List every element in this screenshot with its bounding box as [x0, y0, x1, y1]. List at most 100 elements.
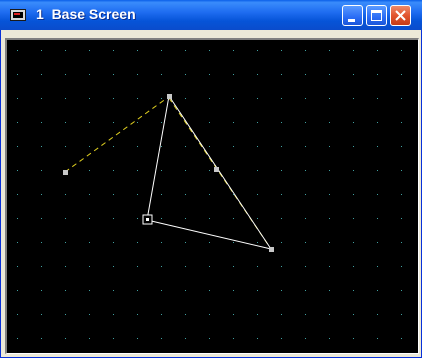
grid-dot: [161, 242, 162, 243]
handle-midpoint[interactable]: [214, 167, 219, 172]
grid-dot: [329, 170, 330, 171]
grid-dot: [329, 218, 330, 219]
grid-dot: [281, 218, 282, 219]
grid-dot: [113, 98, 114, 99]
grid-dot: [137, 74, 138, 75]
grid-dot: [305, 290, 306, 291]
grid-dot: [257, 98, 258, 99]
grid-dot: [65, 122, 66, 123]
grid-dot: [41, 218, 42, 219]
grid-dot: [377, 170, 378, 171]
grid-dot: [281, 74, 282, 75]
grid-dot: [113, 122, 114, 123]
grid-dot: [233, 170, 234, 171]
grid-dot: [353, 170, 354, 171]
close-button[interactable]: [390, 5, 411, 26]
grid-dot: [401, 98, 402, 99]
grid-dot: [257, 266, 258, 267]
grid-dot: [41, 338, 42, 339]
grid-dot: [65, 290, 66, 291]
grid-dot: [113, 74, 114, 75]
grid-dot: [137, 98, 138, 99]
grid-dot: [329, 290, 330, 291]
grid-dot: [329, 74, 330, 75]
grid-dot: [209, 218, 210, 219]
grid-dot: [401, 338, 402, 339]
grid-dot: [185, 314, 186, 315]
grid-dot: [353, 146, 354, 147]
grid-dot: [17, 266, 18, 267]
grid-dot: [377, 50, 378, 51]
grid-dot: [281, 290, 282, 291]
grid-dot: [17, 338, 18, 339]
grid-dot: [353, 242, 354, 243]
grid-dot: [281, 242, 282, 243]
minimize-button[interactable]: [342, 5, 363, 26]
grid-dot: [137, 314, 138, 315]
drawing-surface[interactable]: [7, 40, 418, 353]
grid-dot: [185, 170, 186, 171]
grid-dot: [353, 314, 354, 315]
grid-dot: [257, 194, 258, 195]
grid-dot: [305, 314, 306, 315]
grid-dot: [281, 266, 282, 267]
grid-dot: [89, 338, 90, 339]
grid-dot: [353, 218, 354, 219]
grid-dot: [329, 194, 330, 195]
grid-dot: [137, 218, 138, 219]
grid-dot: [113, 194, 114, 195]
screen-icon[interactable]: [10, 9, 26, 21]
grid-dot: [89, 266, 90, 267]
grid-dot: [305, 170, 306, 171]
grid-dot: [377, 266, 378, 267]
title-bar[interactable]: 1 Base Screen: [0, 0, 422, 30]
grid-dot: [161, 266, 162, 267]
grid-dot: [305, 122, 306, 123]
grid-dot: [137, 338, 138, 339]
grid-dot: [89, 50, 90, 51]
grid-dot: [329, 146, 330, 147]
grid-dot: [17, 170, 18, 171]
grid-dot: [401, 194, 402, 195]
grid-dot: [41, 242, 42, 243]
grid-dot: [41, 266, 42, 267]
grid-dot: [209, 146, 210, 147]
grid-dot: [65, 50, 66, 51]
grid-dot: [209, 338, 210, 339]
grid-dot: [257, 314, 258, 315]
handle-left-guide[interactable]: [63, 170, 68, 175]
grid-dot: [233, 50, 234, 51]
grid-dot: [185, 266, 186, 267]
triangle-edge-right[interactable]: [168, 95, 272, 250]
grid-dot: [329, 338, 330, 339]
grid-dot: [113, 290, 114, 291]
grid-dot: [209, 170, 210, 171]
guide-line-left[interactable]: [64, 97, 168, 173]
grid-dot: [185, 98, 186, 99]
triangle-edge-bottom[interactable]: [146, 219, 272, 250]
grid-dot: [233, 242, 234, 243]
handle-apex[interactable]: [167, 94, 172, 99]
grid-dot: [401, 50, 402, 51]
triangle-edge-top-left[interactable]: [146, 95, 170, 221]
grid-dot: [233, 338, 234, 339]
handle-right[interactable]: [269, 247, 274, 252]
grid-dot: [65, 314, 66, 315]
grid-dot: [353, 290, 354, 291]
grid-dot: [329, 50, 330, 51]
grid-dot: [185, 50, 186, 51]
grid-dot: [89, 290, 90, 291]
grid-dot: [89, 146, 90, 147]
grid-dot: [65, 338, 66, 339]
grid-dot: [161, 290, 162, 291]
maximize-button[interactable]: [366, 5, 387, 26]
grid-dot: [257, 74, 258, 75]
grid-dot: [185, 338, 186, 339]
grid-dot: [161, 146, 162, 147]
grid-dot: [65, 74, 66, 75]
drawing-canvas[interactable]: [7, 40, 418, 353]
grid-dot: [113, 146, 114, 147]
grid-dot: [41, 98, 42, 99]
grid-dots: [17, 50, 402, 339]
grid-dot: [281, 50, 282, 51]
